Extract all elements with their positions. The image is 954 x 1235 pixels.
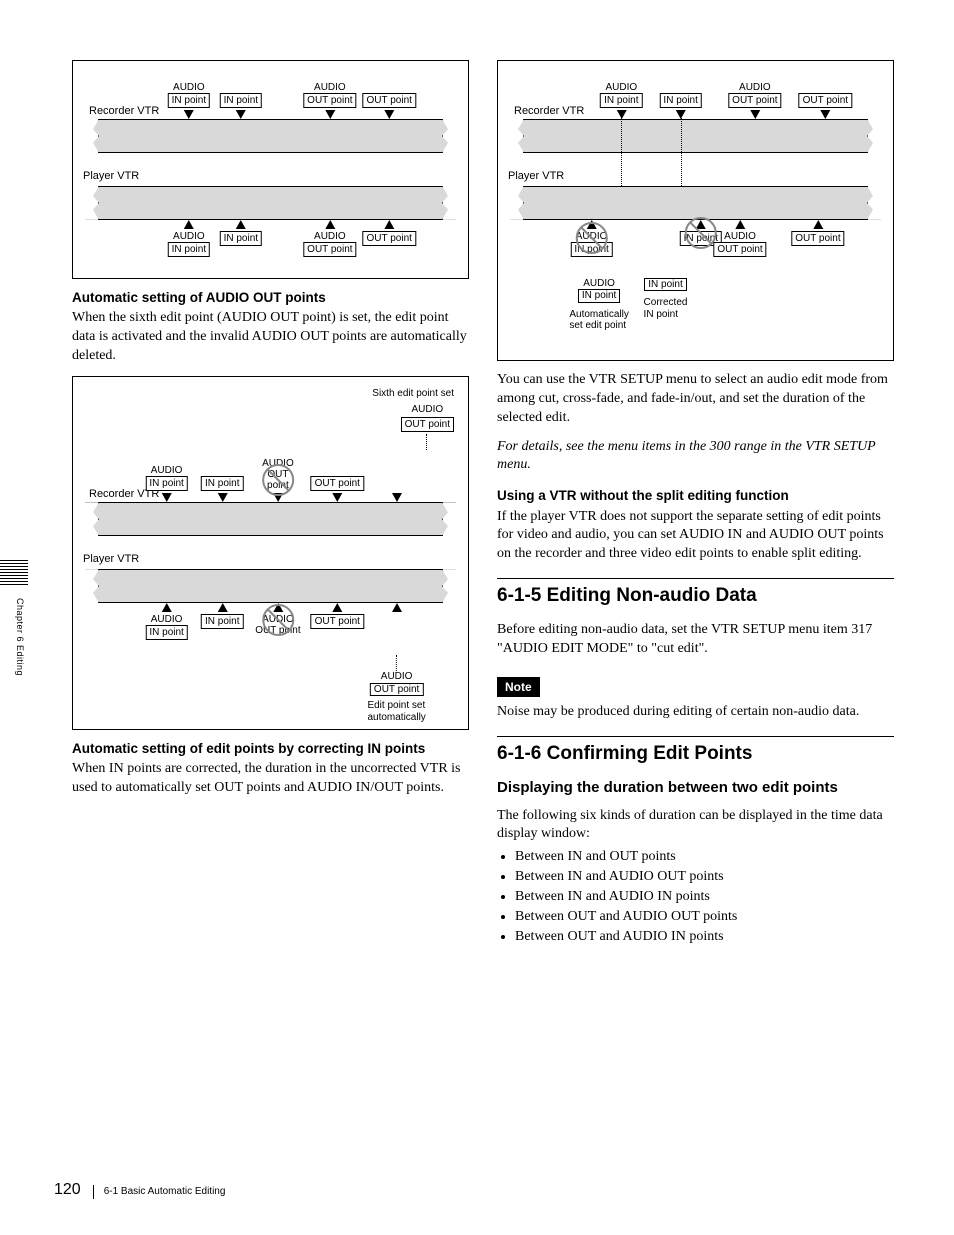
para-audio-mode: You can use the VTR SETUP menu to select… [497,371,894,428]
para-no-split: If the player VTR does not support the s… [497,508,894,565]
para-italics-ref: For details, see the menu items in the 3… [497,438,894,476]
sixth-label: Sixth edit point set [81,387,454,401]
rule-616 [497,736,894,737]
para-correct-in: When IN points are corrected, the durati… [72,760,469,798]
list-item: Between IN and AUDIO IN points [515,888,894,907]
page-number: 120 [54,1179,81,1201]
section-615: 6-1-5 Editing Non-audio Data [497,583,894,609]
diagram-1: Recorder VTR AUDIOIN point IN point AUDI… [72,60,469,279]
duration-list: Between IN and OUT points Between IN and… [497,848,894,946]
footer-title: 6-1 Basic Automatic Editing [93,1185,226,1199]
left-column: Recorder VTR AUDIOIN point IN point AUDI… [72,60,469,957]
subhead-correct-in: Automatic setting of edit points by corr… [72,740,469,758]
list-item: Between IN and OUT points [515,848,894,867]
struck-marker-2: AUDIOOUT point [255,603,300,636]
section-616: 6-1-6 Confirming Edit Points [497,741,894,767]
right-column: Recorder VTR AUDIOIN point IN point AUDI… [497,60,894,957]
rule-615 [497,578,894,579]
footer: 120 6-1 Basic Automatic Editing [54,1179,225,1201]
list-item: Between IN and AUDIO OUT points [515,868,894,887]
struck-marker: AUDIOOUTpoint [262,458,294,502]
para-auto-out: When the sixth edit point (AUDIO OUT poi… [72,309,469,366]
list-item: Between OUT and AUDIO IN points [515,928,894,947]
struck-marker-3: AUDIOIN point [570,220,612,257]
player-tape [85,186,456,220]
para-615: Before editing non-audio data, set the V… [497,621,894,659]
para-duration: The following six kinds of duration can … [497,807,894,845]
subhead-auto-out: Automatic setting of AUDIO OUT points [72,289,469,307]
recorder-label: Recorder VTR [89,104,159,119]
note-badge: Note [497,677,540,697]
para-note: Noise may be produced during editing of … [497,703,894,722]
subhead-duration: Displaying the duration between two edit… [497,778,894,798]
diagram-3: Recorder VTR AUDIOIN point IN point AUDI… [497,60,894,361]
subhead-no-split: Using a VTR without the split editing fu… [497,487,894,505]
player-label: Player VTR [83,169,460,184]
diagram-2: Sixth edit point set AUDIOOUT point Reco… [72,376,469,730]
list-item: Between OUT and AUDIO OUT points [515,908,894,927]
side-caption: Chapter 6 Editing [14,560,26,638]
recorder-tape [85,119,456,153]
